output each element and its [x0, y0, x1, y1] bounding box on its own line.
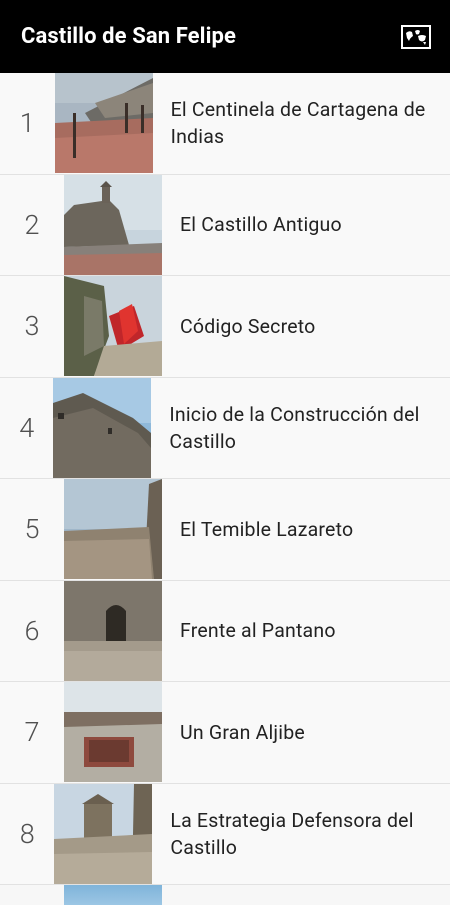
item-thumbnail — [64, 885, 162, 905]
item-thumbnail — [64, 174, 162, 275]
list-item[interactable]: 8 La Estrategia Defensora del Castillo — [0, 783, 450, 885]
list-item[interactable]: 1 El Centinela de Cartagena de Indias — [0, 73, 450, 175]
page-title: Castillo de San Felipe — [21, 24, 236, 49]
item-number: 3 — [24, 310, 40, 343]
item-thumbnail — [64, 682, 162, 783]
item-thumbnail — [64, 276, 162, 377]
item-title: La Estrategia Defensora del Castillo — [170, 808, 414, 859]
list-item[interactable]: 2 El Castillo Antiguo — [0, 174, 450, 276]
item-number: 1 — [19, 107, 35, 140]
item-thumbnail — [54, 73, 153, 174]
list-item[interactable]: 4 Inicio de la Construcción del Castillo — [0, 377, 450, 479]
item-thumbnail — [54, 783, 153, 884]
item-number: 6 — [24, 614, 40, 647]
list-item[interactable]: 3 Código Secreto — [0, 276, 450, 378]
list-item[interactable]: 6 Frente al Pantano — [0, 580, 450, 682]
item-title: Inicio de la Construcción del Castillo — [169, 402, 420, 453]
item-title: Un Gran Aljibe — [180, 720, 305, 744]
item-title: El Castillo Antiguo — [180, 213, 342, 237]
item-thumbnail — [64, 580, 162, 681]
list-item-partial[interactable] — [0, 885, 450, 905]
item-title: Frente al Pantano — [180, 619, 336, 643]
item-number: 2 — [24, 208, 40, 241]
stations-list: 1 El Centinela de Cartagena de Indias 2 — [0, 73, 450, 905]
map-button[interactable] — [400, 24, 432, 50]
item-title: El Centinela de Cartagena de Indias — [170, 98, 426, 149]
item-number: 8 — [19, 817, 35, 850]
app-bar: Castillo de San Felipe — [0, 0, 450, 73]
item-number: 5 — [24, 513, 40, 546]
list-item[interactable]: 5 El Temible Lazareto — [0, 479, 450, 581]
item-number: 4 — [19, 411, 35, 444]
world-map-icon — [401, 24, 431, 49]
item-title: El Temible Lazareto — [180, 517, 354, 541]
item-thumbnail — [53, 377, 152, 478]
item-title: Código Secreto — [180, 314, 316, 338]
list-item[interactable]: 7 Un Gran Aljibe — [0, 682, 450, 784]
item-number: 7 — [24, 716, 40, 749]
item-thumbnail — [64, 479, 162, 580]
